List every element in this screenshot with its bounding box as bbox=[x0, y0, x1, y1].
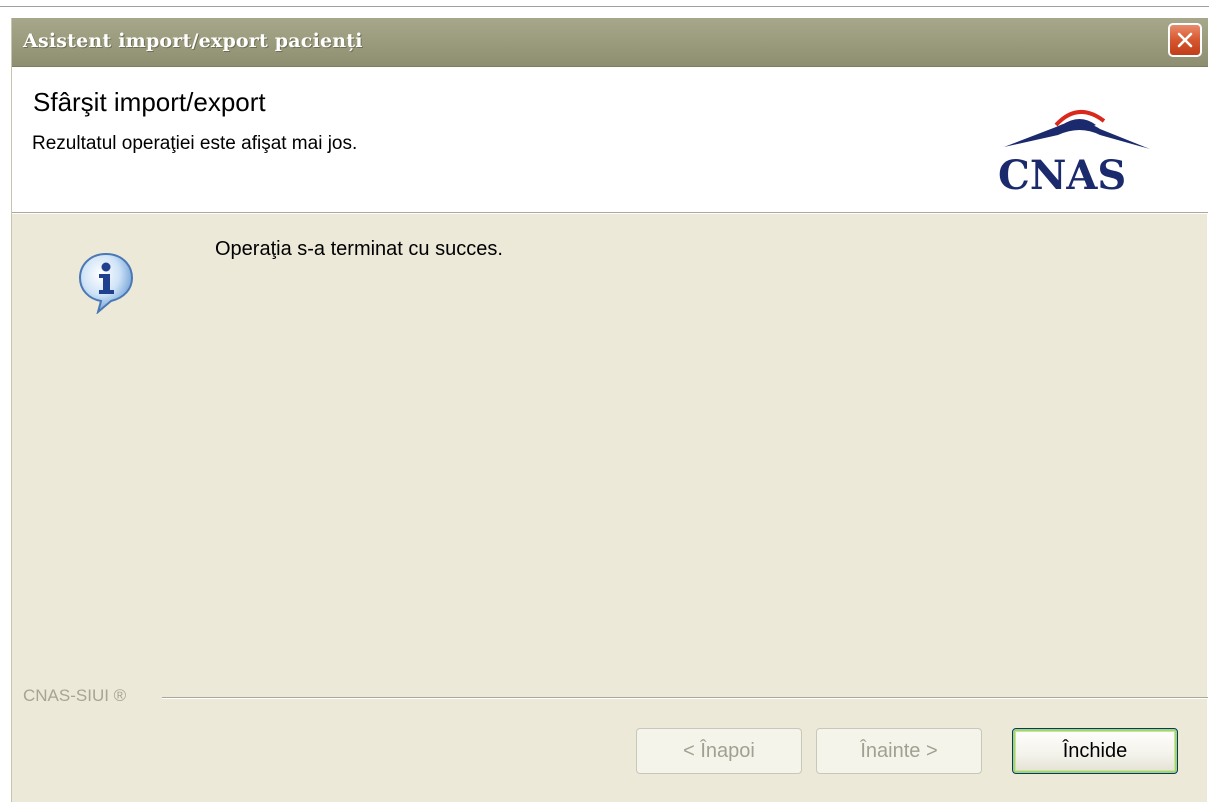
top-border-line bbox=[0, 6, 1209, 7]
window-title: Asistent import/export pacienți bbox=[23, 30, 363, 52]
next-button[interactable]: Înainte > bbox=[816, 728, 982, 774]
cnas-logo: CNAS bbox=[998, 110, 1150, 195]
wizard-dialog: Asistent import/export pacienți Sfârşit … bbox=[11, 18, 1208, 802]
wizard-content: Operaţia s-a terminat cu succes. bbox=[12, 214, 1208, 694]
brand-separator: CNAS-SIUI ® bbox=[12, 686, 1208, 710]
page-subtitle: Rezultatul operaţiei este afişat mai jos… bbox=[32, 133, 358, 154]
page-title: Sfârşit import/export bbox=[33, 87, 266, 117]
logo-text: CNAS bbox=[998, 152, 1126, 195]
close-window-button[interactable] bbox=[1168, 23, 1202, 57]
info-icon bbox=[78, 252, 134, 314]
wizard-header: Sfârşit import/export Rezultatul operaţi… bbox=[12, 67, 1208, 213]
separator-line bbox=[162, 697, 1208, 698]
title-bar[interactable]: Asistent import/export pacienți bbox=[12, 18, 1208, 67]
result-message: Operaţia s-a terminat cu succes. bbox=[215, 238, 503, 260]
back-button[interactable]: < Înapoi bbox=[636, 728, 802, 774]
brand-label: CNAS-SIUI ® bbox=[23, 686, 131, 706]
finish-close-button[interactable]: Închide bbox=[1012, 728, 1178, 774]
close-icon bbox=[1177, 32, 1193, 48]
